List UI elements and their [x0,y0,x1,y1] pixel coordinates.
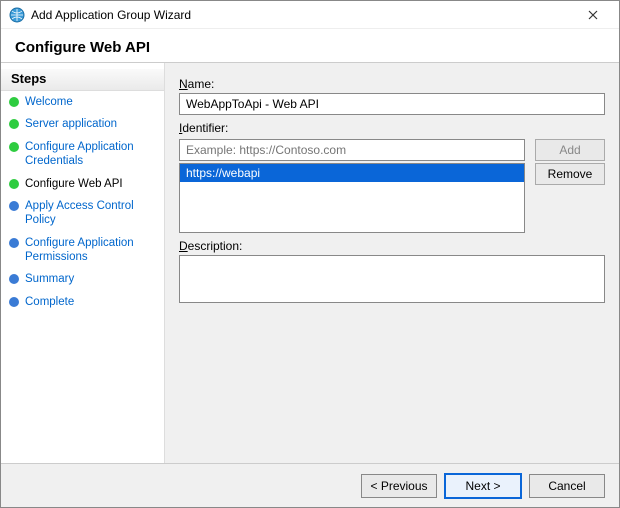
cancel-button[interactable]: Cancel [529,474,605,498]
steps-heading: Steps [1,69,164,91]
step-server-application[interactable]: Server application [1,113,164,135]
step-label: Server application [25,117,117,131]
previous-button[interactable]: < Previous [361,474,437,498]
window-title: Add Application Group Wizard [31,8,573,22]
step-apply-access-control-policy[interactable]: Apply Access Control Policy [1,195,164,232]
step-welcome[interactable]: Welcome [1,91,164,113]
next-button[interactable]: Next > [445,474,521,498]
step-bullet-icon [9,119,19,129]
step-label: Configure Web API [25,177,123,191]
step-bullet-icon [9,274,19,284]
close-icon [588,10,598,20]
step-bullet-icon [9,201,19,211]
wizard-footer: < Previous Next > Cancel [1,463,619,507]
step-bullet-icon [9,142,19,152]
description-textarea[interactable] [179,255,605,303]
step-configure-application-credentials[interactable]: Configure Application Credentials [1,136,164,173]
description-label: Description: [179,239,605,253]
step-label: Welcome [25,95,73,109]
wizard-window: Add Application Group Wizard Configure W… [0,0,620,508]
identifier-label: Identifier: [179,121,605,135]
step-bullet-icon [9,97,19,107]
step-bullet-icon [9,238,19,248]
remove-button[interactable]: Remove [535,163,605,185]
step-configure-application-permissions[interactable]: Configure Application Permissions [1,232,164,269]
app-icon [9,7,25,23]
step-configure-web-api[interactable]: Configure Web API [1,173,164,195]
step-label: Summary [25,272,74,286]
step-label: Configure Application Credentials [25,140,156,169]
steps-sidebar: Steps Welcome Server application Configure… [1,63,165,463]
close-button[interactable] [573,4,613,26]
wizard-body: Steps Welcome Server application Configure… [1,63,619,463]
titlebar: Add Application Group Wizard [1,1,619,29]
list-item[interactable]: https://webapi [180,164,524,182]
step-bullet-icon [9,297,19,307]
name-label: Name: [179,77,605,91]
step-label: Configure Application Permissions [25,236,156,265]
identifier-input[interactable] [179,139,525,161]
wizard-content: Name: Identifier: Add https://webapi Rem… [165,63,619,463]
step-label: Complete [25,295,74,309]
step-label: Apply Access Control Policy [25,199,156,228]
step-bullet-icon [9,179,19,189]
name-input[interactable] [179,93,605,115]
add-button[interactable]: Add [535,139,605,161]
step-complete[interactable]: Complete [1,291,164,313]
identifier-listbox[interactable]: https://webapi [179,163,525,233]
step-summary[interactable]: Summary [1,268,164,290]
page-title: Configure Web API [1,29,619,63]
